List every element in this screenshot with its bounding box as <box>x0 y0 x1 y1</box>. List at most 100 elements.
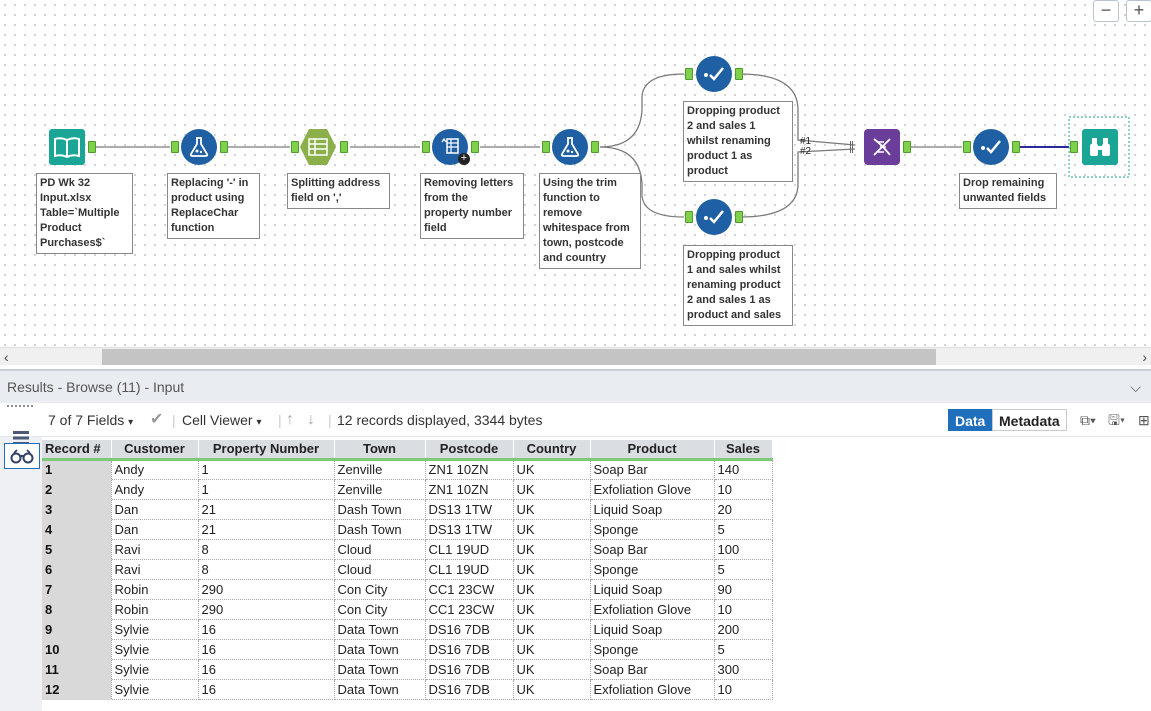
table-cell[interactable]: 140 <box>713 458 773 480</box>
table-row[interactable]: 11 Sylvie 16 Data Town DS16 7DB UK Soap Bar 300 <box>42 658 773 680</box>
table-cell[interactable]: CL1 19UD <box>424 558 514 580</box>
table-cell[interactable]: 100 <box>713 538 773 560</box>
column-header[interactable]: Town <box>334 440 426 461</box>
union-tool[interactable] <box>864 129 900 165</box>
table-row[interactable]: 9 Sylvie 16 Data Town DS16 7DB UK Liquid Soap 2… <box>42 618 773 640</box>
table-cell[interactable]: Soap Bar <box>589 658 715 680</box>
binoculars-icon[interactable] <box>4 443 40 469</box>
table-cell[interactable]: 5 <box>713 518 773 540</box>
select-tool-3[interactable] <box>973 129 1009 165</box>
output-anchor[interactable] <box>88 141 96 153</box>
input-anchor[interactable] <box>1070 141 1078 153</box>
table-cell[interactable]: Robin <box>110 598 199 620</box>
table-row[interactable]: 7 Robin 290 Con City CC1 23CW UK Liquid Soap 90 <box>42 578 773 600</box>
table-cell[interactable]: UK <box>512 658 591 680</box>
table-cell[interactable]: 200 <box>713 618 773 640</box>
table-cell[interactable]: 300 <box>713 658 773 680</box>
table-row[interactable]: 1 Andy 1 Zenville ZN1 10ZN UK Soap Bar 140 <box>42 458 773 480</box>
copy-icon[interactable]: ⧉▾ <box>1080 403 1096 437</box>
checkmark-icon[interactable]: ✔ <box>150 403 163 437</box>
table-cell[interactable]: Exfoliation Glove <box>589 598 715 620</box>
table-cell[interactable]: 1 <box>197 458 335 480</box>
table-cell[interactable]: Sponge <box>589 558 715 580</box>
table-cell[interactable]: 10 <box>713 678 773 700</box>
output-anchor[interactable] <box>471 141 479 153</box>
table-cell[interactable]: UK <box>512 598 591 620</box>
scrollbar-thumb[interactable] <box>102 349 936 365</box>
record-number-cell[interactable]: 6 <box>42 559 111 580</box>
column-header[interactable]: Property Number <box>198 440 335 461</box>
table-cell[interactable]: 21 <box>197 498 335 520</box>
cell-viewer-dropdown[interactable]: Cell Viewer ▾ <box>182 403 261 440</box>
table-cell[interactable]: Sponge <box>589 518 715 540</box>
save-icon[interactable]: 🖫▾ <box>1108 403 1125 437</box>
output-anchor[interactable] <box>1012 141 1020 153</box>
table-cell[interactable]: Data Town <box>333 678 426 700</box>
table-cell[interactable]: Data Town <box>333 658 426 680</box>
table-cell[interactable]: Data Town <box>333 638 426 660</box>
table-cell[interactable]: UK <box>512 578 591 600</box>
table-cell[interactable]: UK <box>512 558 591 580</box>
input-anchor[interactable] <box>963 141 971 153</box>
output-anchor[interactable] <box>340 141 348 153</box>
input-data-tool[interactable] <box>49 129 85 165</box>
table-cell[interactable]: Liquid Soap <box>589 498 715 520</box>
table-cell[interactable]: Sylvie <box>110 618 199 640</box>
column-header[interactable]: Record # <box>42 440 112 461</box>
table-cell[interactable]: Dan <box>110 498 199 520</box>
multi-input-anchor[interactable] <box>850 141 860 153</box>
table-cell[interactable]: ZN1 10ZN <box>424 478 514 500</box>
table-cell[interactable]: Dan <box>110 518 199 540</box>
table-cell[interactable]: 16 <box>197 618 335 640</box>
table-cell[interactable]: DS13 1TW <box>424 518 514 540</box>
table-row[interactable]: 2 Andy 1 Zenville ZN1 10ZN UK Exfoliation Glov… <box>42 478 773 500</box>
table-cell[interactable]: Robin <box>110 578 199 600</box>
input-anchor[interactable] <box>171 141 179 153</box>
table-cell[interactable]: 20 <box>713 498 773 520</box>
table-cell[interactable]: 1 <box>197 478 335 500</box>
record-number-cell[interactable]: 9 <box>42 619 111 640</box>
table-row[interactable]: 3 Dan 21 Dash Town DS13 1TW UK Liquid Soap 20 <box>42 498 773 520</box>
column-header[interactable]: Sales <box>714 440 773 461</box>
record-number-cell[interactable]: 4 <box>42 519 111 540</box>
input-anchor[interactable] <box>685 211 693 223</box>
workflow-canvas[interactable]: − + #1 #2 + PD Wk 32 Input.xlsx Table=`M… <box>0 0 1151 347</box>
table-cell[interactable]: 8 <box>197 558 335 580</box>
record-number-cell[interactable]: 12 <box>42 679 111 700</box>
browse-tool[interactable] <box>1082 129 1118 165</box>
table-cell[interactable]: UK <box>512 498 591 520</box>
scroll-right-icon[interactable]: › <box>1142 348 1147 366</box>
table-row[interactable]: 6 Ravi 8 Cloud CL1 19UD UK Sponge 5 <box>42 558 773 580</box>
column-header[interactable]: Country <box>513 440 591 461</box>
table-cell[interactable]: Cloud <box>333 558 426 580</box>
table-cell[interactable]: UK <box>512 458 591 480</box>
table-cell[interactable]: CC1 23CW <box>424 578 514 600</box>
table-cell[interactable]: Liquid Soap <box>589 618 715 640</box>
record-number-cell[interactable]: 8 <box>42 599 111 620</box>
table-cell[interactable]: Con City <box>333 578 426 600</box>
table-cell[interactable]: 5 <box>713 638 773 660</box>
table-cell[interactable]: Soap Bar <box>589 538 715 560</box>
record-number-cell[interactable]: 2 <box>42 479 111 500</box>
table-cell[interactable]: Dash Town <box>333 518 426 540</box>
table-cell[interactable]: Ravi <box>110 558 199 580</box>
table-cell[interactable]: CL1 19UD <box>424 538 514 560</box>
table-cell[interactable]: ZN1 10ZN <box>424 458 514 480</box>
input-anchor[interactable] <box>685 68 693 80</box>
table-cell[interactable]: DS13 1TW <box>424 498 514 520</box>
table-cell[interactable]: Andy <box>110 478 199 500</box>
table-cell[interactable]: 290 <box>197 578 335 600</box>
record-number-cell[interactable]: 7 <box>42 579 111 600</box>
table-row[interactable]: 12 Sylvie 16 Data Town DS16 7DB UK Exfoliation… <box>42 678 773 700</box>
arrow-down-icon[interactable]: ↓ <box>307 403 315 437</box>
record-number-cell[interactable]: 5 <box>42 539 111 560</box>
table-cell[interactable]: 16 <box>197 678 335 700</box>
fields-dropdown[interactable]: 7 of 7 Fields ▾ <box>48 403 133 440</box>
table-cell[interactable]: UK <box>512 678 591 700</box>
select-tool-1[interactable] <box>696 56 732 92</box>
output-anchor[interactable] <box>591 141 599 153</box>
table-cell[interactable]: Zenville <box>333 458 426 480</box>
input-anchor[interactable] <box>291 141 299 153</box>
table-row[interactable]: 8 Robin 290 Con City CC1 23CW UK Exfoliation G… <box>42 598 773 620</box>
formula-tool-replace[interactable] <box>181 129 217 165</box>
